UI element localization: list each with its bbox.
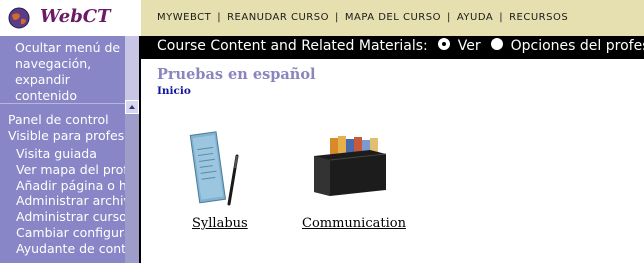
file-folders-icon: [314, 136, 387, 196]
view-option-label[interactable]: Ver: [458, 38, 481, 54]
visible-to-designer-heading[interactable]: Visible para profesor: [8, 128, 125, 143]
communication-label[interactable]: Communication: [302, 216, 406, 231]
scrollbar-track[interactable]: [125, 114, 139, 263]
syllabus-document-pen-icon: [189, 131, 239, 206]
collapse-navigation-link[interactable]: Ocultar menú de navegación, expandir con…: [15, 40, 125, 104]
nav-separator: |: [217, 12, 222, 23]
nav-separator: |: [334, 12, 339, 23]
nav-reanudar-curso[interactable]: REANUDAR CURSO: [227, 12, 329, 23]
sidebar-item-anadir-pagina[interactable]: Añadir página o he: [16, 178, 125, 194]
view-radio-button[interactable]: [437, 38, 450, 50]
sidebar-item-cambiar-configuracion[interactable]: Cambiar configurad: [16, 225, 125, 241]
sidebar-divider: [0, 103, 125, 104]
breadcrumb-home-link[interactable]: Inicio: [157, 85, 191, 97]
sidebar-item-ayudante-contenido[interactable]: Ayudante de conte: [16, 241, 125, 257]
control-panel-list: Visita guiada Ver mapa del profe Añadir …: [16, 146, 125, 257]
sidebar-scrollbar[interactable]: [125, 36, 139, 263]
nav-mywebct[interactable]: MYWEBCT: [157, 12, 211, 23]
sidebar-item-administrar-archivos[interactable]: Administrar archivo: [16, 193, 125, 209]
webct-logo[interactable]: WebCT: [0, 0, 141, 36]
communication-tool[interactable]: Communication: [300, 136, 406, 233]
sidebar-content: Ocultar menú de navegación, expandir con…: [0, 36, 125, 263]
syllabus-label[interactable]: Syllabus: [192, 216, 248, 231]
nav-recursos[interactable]: RECURSOS: [509, 12, 568, 23]
navigation-sidebar: Ocultar menú de navegación, expandir con…: [0, 36, 141, 263]
designer-options-radio-button[interactable]: [490, 38, 503, 50]
top-navigation-bar: MYWEBCT | REANUDAR CURSO | MAPA DEL CURSO | AY…: [141, 0, 644, 36]
nav-ayuda[interactable]: AYUDA: [457, 12, 493, 23]
sidebar-border: [139, 36, 141, 263]
nav-mapa-del-curso[interactable]: MAPA DEL CURSO: [345, 12, 441, 23]
sidebar-item-ver-mapa[interactable]: Ver mapa del profe: [16, 162, 125, 178]
designer-options-label[interactable]: Opciones del profesor: [511, 38, 644, 54]
logo-text: WebCT: [40, 6, 111, 27]
sidebar-item-visita-guiada[interactable]: Visita guiada: [16, 146, 125, 162]
scroll-up-arrow-icon[interactable]: [125, 100, 139, 114]
page-title: Pruebas en español: [157, 66, 316, 83]
nav-separator: |: [499, 12, 504, 23]
content-view-bar: Course Content and Related Materials: Ver…: [141, 36, 644, 59]
syllabus-tool[interactable]: Syllabus: [185, 128, 255, 233]
nav-separator: |: [446, 12, 451, 23]
globe-icon: [8, 7, 30, 29]
content-view-label: Course Content and Related Materials:: [157, 38, 428, 54]
sidebar-item-administrar-curso[interactable]: Administrar curso: [16, 209, 125, 225]
control-panel-heading[interactable]: Panel de control: [8, 112, 109, 127]
